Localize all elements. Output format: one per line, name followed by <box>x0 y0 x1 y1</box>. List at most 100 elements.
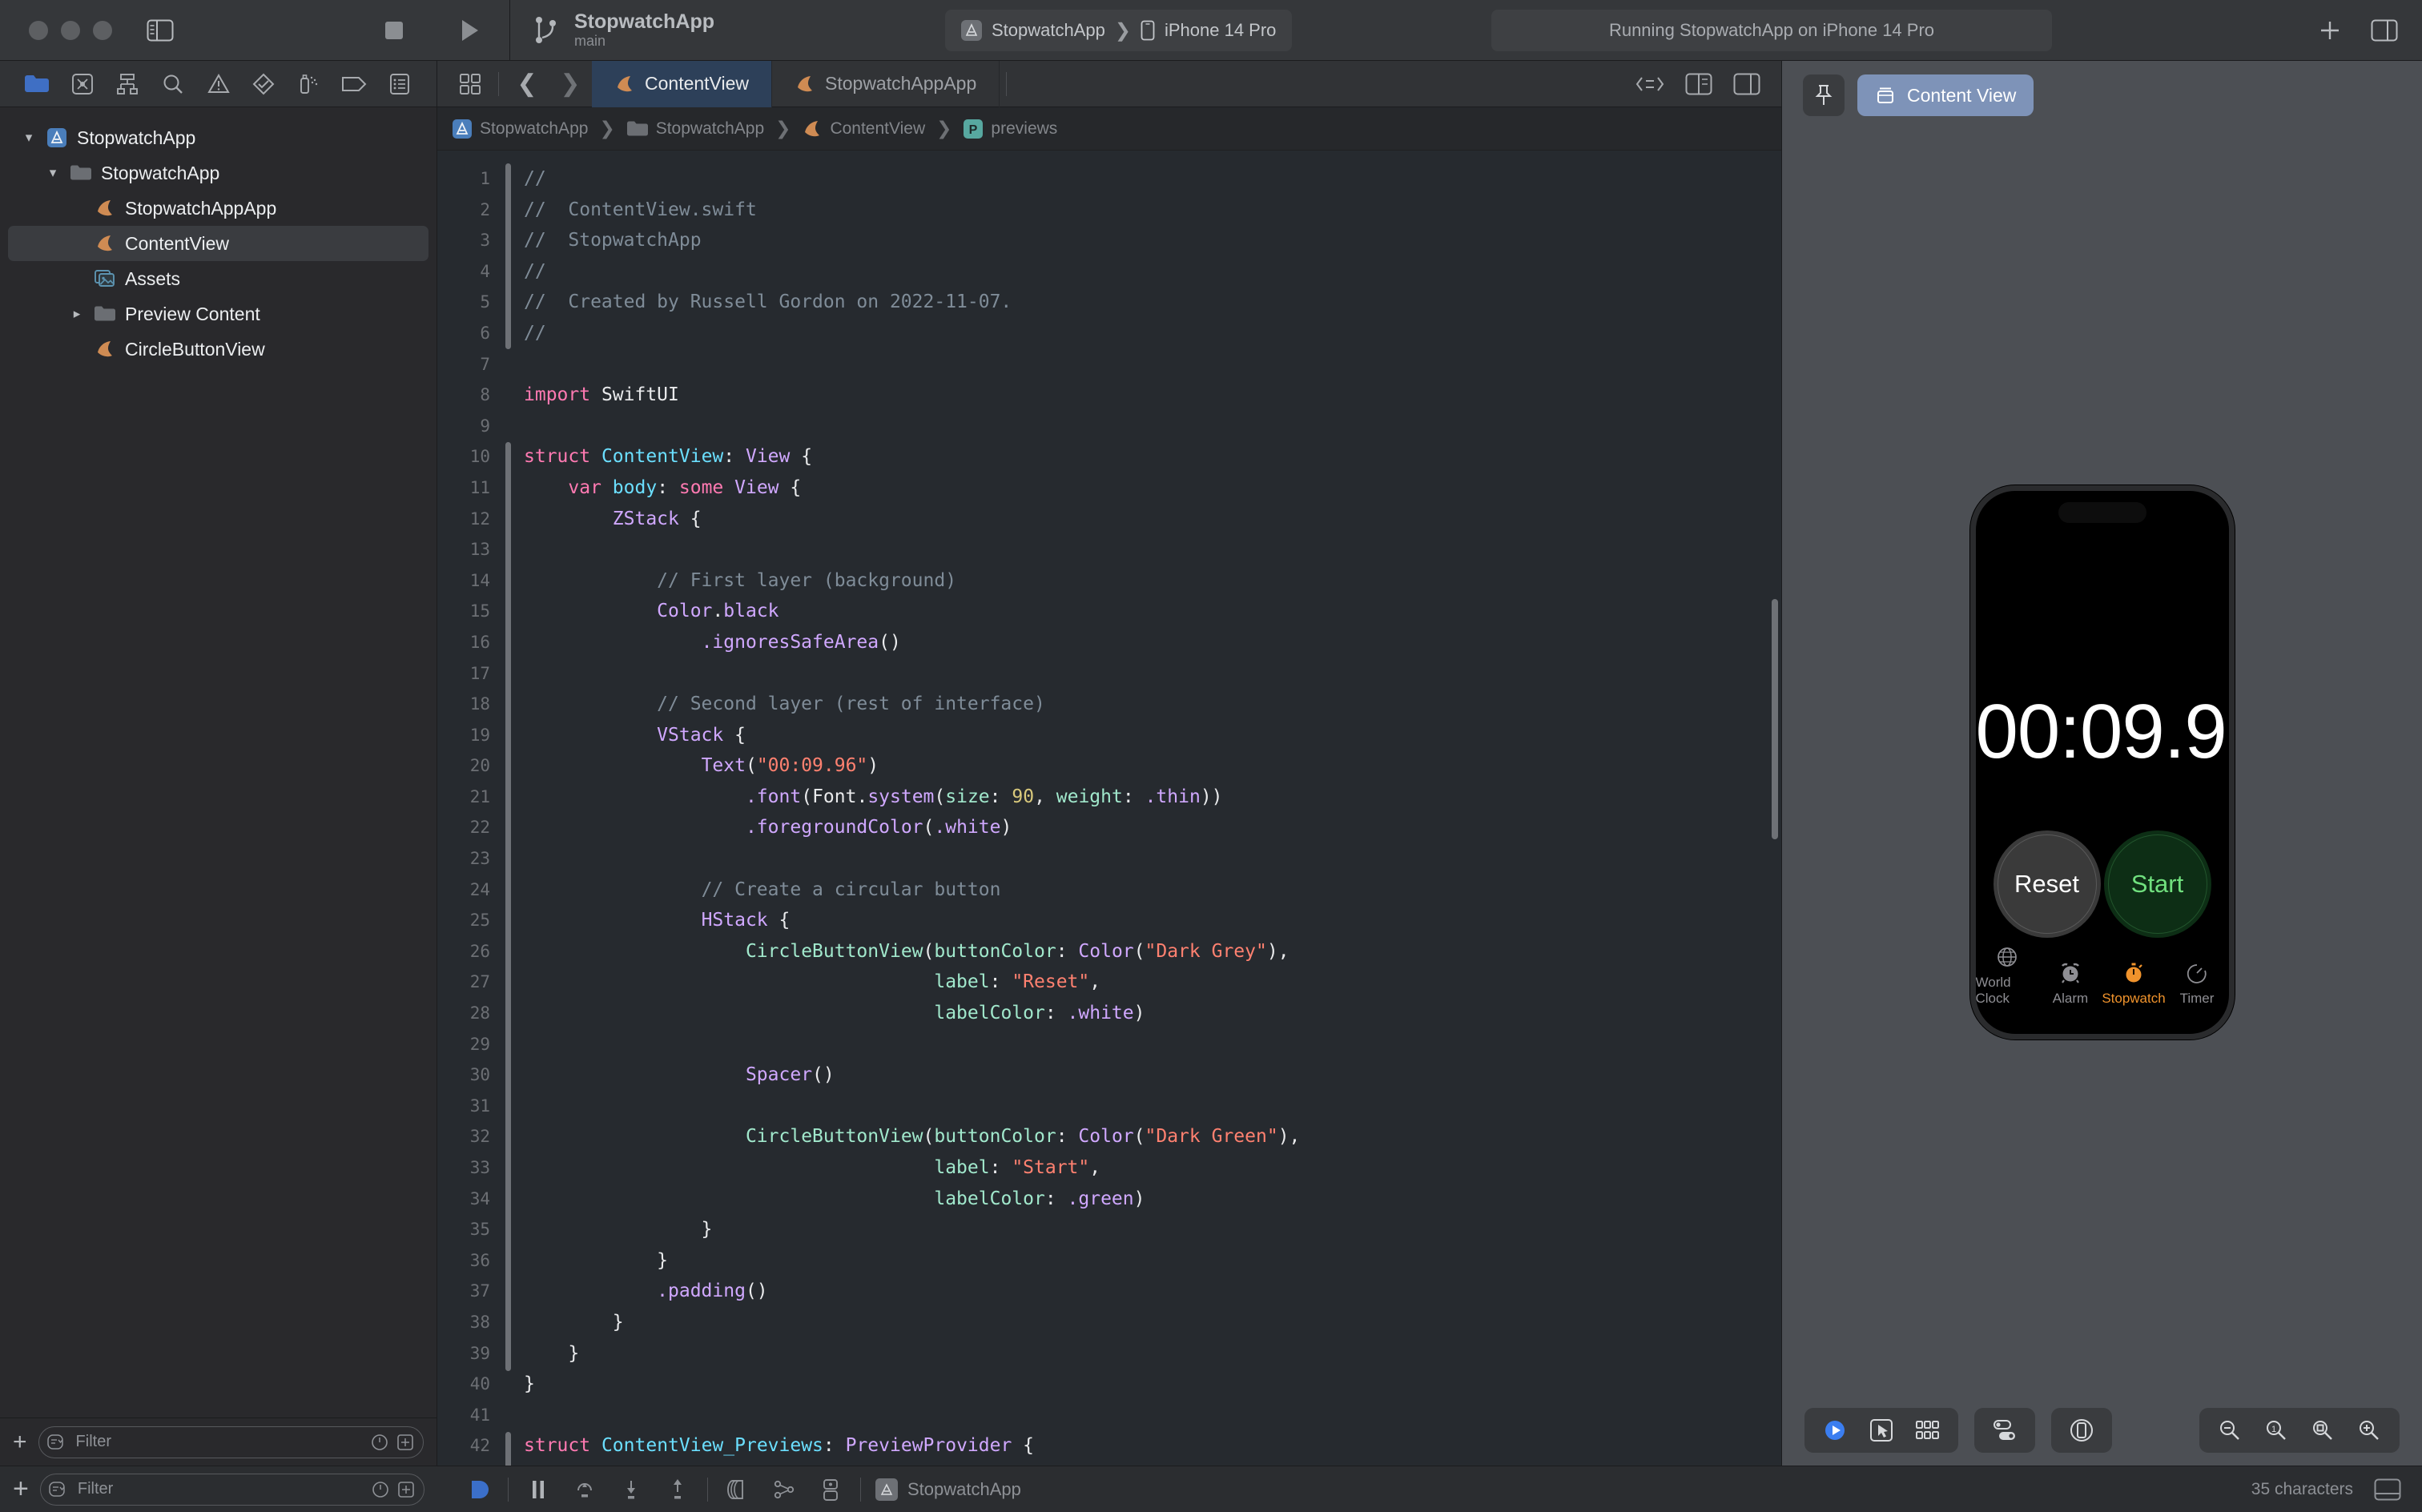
code-fold-strip[interactable] <box>503 151 513 1466</box>
editor-options-button[interactable] <box>449 61 492 107</box>
tree-item-circlebuttonview[interactable]: CircleButtonView <box>8 332 428 367</box>
code-line[interactable]: // Create a circular button <box>524 875 1781 906</box>
preview-selection-chip[interactable]: Content View <box>1857 74 2034 116</box>
zoom-100-button[interactable]: 1 <box>2255 1409 2297 1451</box>
run-button[interactable] <box>449 10 490 51</box>
code-line[interactable]: // <box>524 163 1781 195</box>
view-hierarchy-button[interactable] <box>807 1466 854 1512</box>
zoom-fit-button[interactable] <box>2302 1409 2344 1451</box>
code-line[interactable]: struct ContentView_Previews: PreviewProv… <box>524 1430 1781 1462</box>
source-control-navigator-tab[interactable] <box>60 61 106 107</box>
symbol-navigator-tab[interactable] <box>105 61 151 107</box>
code-line[interactable]: Text("00:09.96") <box>524 750 1781 782</box>
reset-button[interactable]: Reset <box>1994 830 2101 938</box>
code-line[interactable]: ZStack { <box>524 504 1781 535</box>
chevron-down-icon[interactable]: ▾ <box>16 130 42 146</box>
zoom-out-button[interactable] <box>2209 1409 2251 1451</box>
code-line[interactable]: label: "Reset", <box>524 967 1781 998</box>
code-line[interactable]: CircleButtonView(buttonColor: Color("Dar… <box>524 936 1781 967</box>
tree-item-stopwatchappapp[interactable]: StopwatchAppApp <box>8 191 428 226</box>
code-line[interactable]: // ContentView.swift <box>524 195 1781 226</box>
add-editor-button[interactable] <box>2316 17 2344 44</box>
report-navigator-tab[interactable] <box>377 61 423 107</box>
thread-graph-button[interactable] <box>761 1466 807 1512</box>
tab-alarm[interactable]: Alarm <box>2039 961 2102 1007</box>
code-line[interactable]: } <box>524 1214 1781 1245</box>
preview-stage[interactable]: 00:09.96 Reset Start <box>1782 130 2422 1395</box>
code-line[interactable]: } <box>524 1369 1781 1400</box>
tab-timer[interactable]: Timer <box>2166 961 2229 1007</box>
code-line[interactable]: struct ContentView: View { <box>524 441 1781 472</box>
iphone-preview-device[interactable]: 00:09.96 Reset Start <box>1970 485 2235 1040</box>
minimize-window-button[interactable] <box>61 21 80 40</box>
stack-frames-button[interactable] <box>714 1466 761 1512</box>
code-line[interactable]: labelColor: .white) <box>524 998 1781 1029</box>
code-line[interactable]: .ignoresSafeArea() <box>524 627 1781 658</box>
code-line[interactable] <box>524 1400 1781 1431</box>
canvas-toggle-icon[interactable] <box>1733 73 1760 95</box>
breadcrumb[interactable]: StopwatchApp❯StopwatchApp❯ContentView❯Pp… <box>437 107 1781 151</box>
navigate-back-button[interactable]: ❮ <box>505 61 549 107</box>
running-process[interactable]: StopwatchApp <box>875 1478 1021 1501</box>
record-indicator[interactable] <box>455 1466 501 1512</box>
tree-item-assets[interactable]: Assets <box>8 261 428 296</box>
code-line[interactable]: // StopwatchApp <box>524 225 1781 256</box>
editor-vertical-scrollbar[interactable] <box>1772 599 1778 839</box>
debug-filter-field[interactable]: Filter <box>40 1474 424 1506</box>
issue-navigator-tab[interactable] <box>195 61 241 107</box>
add-button[interactable]: + <box>13 1474 29 1505</box>
code-line[interactable]: // <box>524 318 1781 349</box>
code-line[interactable]: // <box>524 256 1781 288</box>
tree-item-stopwatchapp[interactable]: ▾StopwatchApp <box>8 155 428 191</box>
find-navigator-tab[interactable] <box>151 61 196 107</box>
step-over-button[interactable] <box>561 1466 608 1512</box>
code-line[interactable]: CircleButtonView(buttonColor: Color("Dar… <box>524 1121 1781 1152</box>
code-line[interactable]: var body: some View { <box>524 472 1781 504</box>
stop-button[interactable] <box>373 10 415 51</box>
ios-tab-bar[interactable]: World Clock <box>1976 945 2229 1007</box>
start-button[interactable]: Start <box>2104 830 2211 938</box>
code-line[interactable]: Spacer() <box>524 1060 1781 1091</box>
chevron-down-icon[interactable]: ▾ <box>40 165 66 181</box>
live-preview-button[interactable] <box>1814 1409 1856 1451</box>
code-line[interactable] <box>524 411 1781 442</box>
toggle-debug-area-icon[interactable] <box>2374 1478 2401 1501</box>
zoom-controls-group[interactable]: 1 <box>2199 1408 2400 1453</box>
preview-mode-group[interactable] <box>1804 1408 1958 1453</box>
zoom-window-button[interactable] <box>93 21 112 40</box>
code-editor[interactable]: 1234567891011121314151617181920212223242… <box>437 151 1781 1466</box>
breadcrumb-item-stopwatchapp[interactable]: StopwatchApp <box>626 119 764 139</box>
source-control-filter-icon[interactable] <box>396 1433 415 1452</box>
breadcrumb-item-contentview[interactable]: ContentView <box>802 119 925 139</box>
code-line[interactable]: .font(Font.system(size: 90, weight: .thi… <box>524 782 1781 813</box>
code-line[interactable]: } <box>524 1307 1781 1338</box>
step-out-button[interactable] <box>654 1466 701 1512</box>
code-line[interactable] <box>524 843 1781 875</box>
toggle-inspector-button[interactable] <box>2371 19 2398 42</box>
breadcrumb-item-stopwatchapp[interactable]: StopwatchApp <box>452 119 588 139</box>
scheme-info[interactable]: StopwatchApp main <box>510 11 714 48</box>
pin-preview-button[interactable] <box>1803 74 1845 116</box>
toggle-navigator-button[interactable] <box>139 10 181 51</box>
navigate-forward-button[interactable]: ❯ <box>549 61 592 107</box>
test-navigator-tab[interactable] <box>241 61 287 107</box>
tree-item-preview-content[interactable]: ▸Preview Content <box>8 296 428 332</box>
breakpoint-navigator-tab[interactable] <box>332 61 377 107</box>
step-into-button[interactable] <box>608 1466 654 1512</box>
code-line[interactable] <box>524 1029 1781 1060</box>
variants-button[interactable] <box>1907 1409 1949 1451</box>
open-file-tabs[interactable]: ContentViewStopwatchAppApp <box>592 61 1000 107</box>
device-settings-group[interactable] <box>1974 1408 2035 1453</box>
tree-item-contentview[interactable]: ContentView <box>8 226 428 261</box>
tab-stopwatch[interactable]: Stopwatch <box>2102 961 2166 1007</box>
code-line[interactable]: import SwiftUI <box>524 380 1781 411</box>
breadcrumb-item-previews[interactable]: Ppreviews <box>963 119 1057 139</box>
source-code-text[interactable]: //// ContentView.swift// StopwatchApp///… <box>513 151 1781 1466</box>
code-line[interactable] <box>524 1091 1781 1122</box>
chevron-right-icon[interactable]: ▸ <box>64 306 90 322</box>
navigator-filter-field[interactable]: Filter <box>38 1426 424 1458</box>
editor-tab-contentview[interactable]: ContentView <box>592 61 772 107</box>
code-line[interactable]: label: "Start", <box>524 1152 1781 1184</box>
code-line[interactable]: .padding() <box>524 1276 1781 1307</box>
code-line[interactable]: labelColor: .green) <box>524 1184 1781 1215</box>
